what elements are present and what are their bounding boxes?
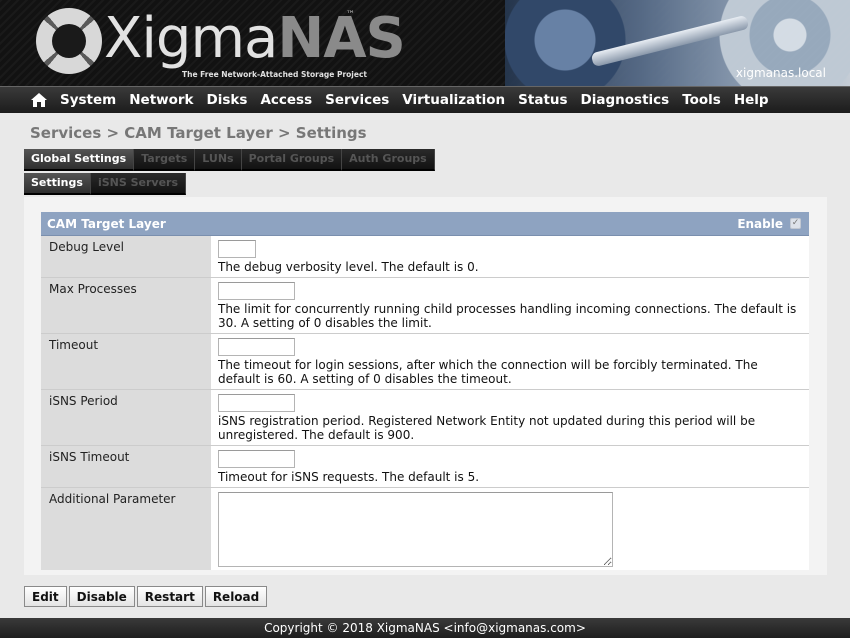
menu-virtualization[interactable]: Virtualization bbox=[402, 92, 505, 108]
isns-timeout-input[interactable] bbox=[218, 450, 295, 468]
tab-auth-groups[interactable]: Auth Groups bbox=[342, 149, 435, 171]
timeout-label: Timeout bbox=[41, 334, 211, 389]
enable-checkbox[interactable]: ✓ bbox=[790, 218, 801, 229]
xigmanas-logo[interactable]: XigmaNAS ™ The Free Network-Attached Sto… bbox=[34, 6, 406, 84]
additional-parameter-label: Additional Parameter bbox=[41, 488, 211, 570]
primary-tabs: Global Settings Targets LUNs Portal Grou… bbox=[24, 149, 435, 171]
enable-toggle[interactable]: Enable ✓ bbox=[737, 217, 803, 231]
isns-timeout-label: iSNS Timeout bbox=[41, 446, 211, 487]
tab-global-settings[interactable]: Global Settings bbox=[24, 149, 135, 171]
isns-period-label: iSNS Period bbox=[41, 390, 211, 445]
restart-button[interactable]: Restart bbox=[136, 586, 203, 607]
debug-level-label: Debug Level bbox=[41, 236, 211, 277]
enable-label: Enable bbox=[737, 216, 783, 231]
max-processes-description: The limit for concurrently running child… bbox=[218, 302, 797, 330]
menu-access[interactable]: Access bbox=[260, 92, 312, 108]
debug-level-description: The debug verbosity level. The default i… bbox=[218, 260, 479, 274]
tab-luns[interactable]: LUNs bbox=[195, 149, 242, 171]
tab-portal-groups[interactable]: Portal Groups bbox=[241, 149, 343, 171]
menu-status[interactable]: Status bbox=[518, 92, 567, 108]
menu-network[interactable]: Network bbox=[129, 92, 193, 108]
row-timeout: Timeout The timeout for login sessions, … bbox=[41, 334, 809, 390]
debug-level-input[interactable] bbox=[218, 240, 256, 258]
tab-targets[interactable]: Targets bbox=[134, 149, 196, 171]
edit-button[interactable]: Edit bbox=[24, 586, 67, 607]
hostname-label: xigmanas.local bbox=[735, 66, 826, 80]
tab-settings[interactable]: Settings bbox=[24, 173, 91, 195]
isns-timeout-description: Timeout for iSNS requests. The default i… bbox=[218, 470, 480, 484]
max-processes-label: Max Processes bbox=[41, 278, 211, 333]
disable-button[interactable]: Disable bbox=[68, 586, 135, 607]
breadcrumb: Services > CAM Target Layer > Settings bbox=[30, 124, 367, 142]
row-isns-period: iSNS Period iSNS registration period. Re… bbox=[41, 390, 809, 446]
isns-period-description: iSNS registration period. Registered Net… bbox=[218, 414, 756, 442]
home-icon[interactable] bbox=[30, 92, 48, 108]
menu-diagnostics[interactable]: Diagnostics bbox=[581, 92, 670, 108]
logo-ring-icon bbox=[36, 8, 102, 74]
additional-parameter-textarea[interactable] bbox=[218, 492, 613, 567]
action-buttons: Edit Disable Restart Reload bbox=[24, 586, 269, 607]
form-header: CAM Target Layer Enable ✓ bbox=[41, 212, 809, 236]
isns-period-input[interactable] bbox=[218, 394, 295, 412]
form-title: CAM Target Layer bbox=[47, 216, 166, 231]
header-banner: XigmaNAS ™ The Free Network-Attached Sto… bbox=[0, 0, 850, 86]
footer-copyright: Copyright © 2018 XigmaNAS <info@xigmanas… bbox=[0, 618, 850, 638]
tab-isns-servers[interactable]: iSNS Servers bbox=[90, 173, 186, 195]
menu-disks[interactable]: Disks bbox=[207, 92, 248, 108]
timeout-input[interactable] bbox=[218, 338, 295, 356]
logo-tagline: The Free Network-Attached Storage Projec… bbox=[182, 70, 367, 79]
reload-button[interactable]: Reload bbox=[204, 586, 268, 607]
logo-wordmark: XigmaNAS bbox=[104, 6, 406, 71]
row-max-processes: Max Processes The limit for concurrently… bbox=[41, 278, 809, 334]
settings-form: CAM Target Layer Enable ✓ Debug Level Th… bbox=[41, 212, 809, 570]
menu-services[interactable]: Services bbox=[325, 92, 389, 108]
max-processes-input[interactable] bbox=[218, 282, 295, 300]
menu-tools[interactable]: Tools bbox=[682, 92, 721, 108]
menu-help[interactable]: Help bbox=[734, 92, 769, 108]
logo-trademark: ™ bbox=[346, 10, 355, 20]
row-isns-timeout: iSNS Timeout Timeout for iSNS requests. … bbox=[41, 446, 809, 488]
secondary-tabs: Settings iSNS Servers bbox=[24, 173, 186, 195]
row-additional-parameter: Additional Parameter bbox=[41, 488, 809, 570]
row-debug-level: Debug Level The debug verbosity level. T… bbox=[41, 236, 809, 278]
timeout-description: The timeout for login sessions, after wh… bbox=[218, 358, 758, 386]
menu-system[interactable]: System bbox=[60, 92, 116, 108]
main-menu: System Network Disks Access Services Vir… bbox=[0, 86, 850, 113]
